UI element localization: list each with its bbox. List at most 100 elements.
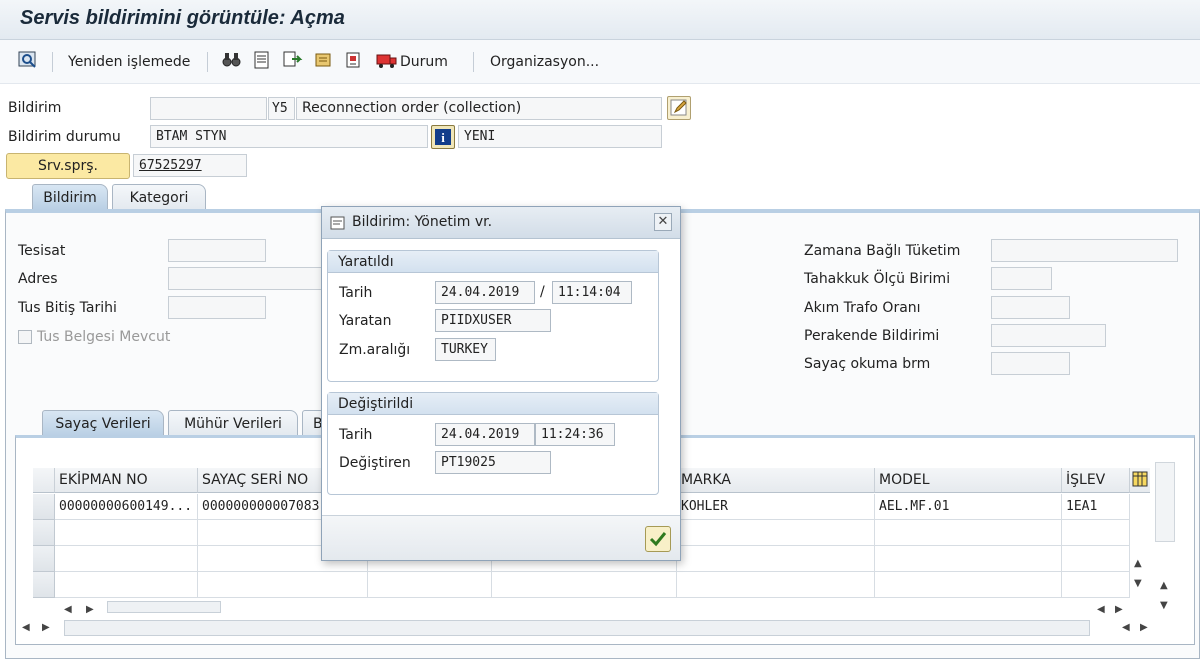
svg-text:i: i <box>441 130 445 145</box>
grid-select-all[interactable] <box>33 468 55 493</box>
changed-time-field: 11:24:36 <box>535 423 615 446</box>
row-selector[interactable] <box>33 546 55 572</box>
cell-brand[interactable]: KOHLER <box>677 494 875 520</box>
table-cell[interactable] <box>55 572 198 598</box>
dialog-title-bar[interactable]: Bildirim: Yönetim vr. ✕ <box>322 207 680 239</box>
notification-label: Bildirim <box>8 100 62 116</box>
col-header-brand[interactable]: MARKA <box>677 468 875 493</box>
table-cell[interactable] <box>677 520 875 546</box>
panel-horizontal-scrollbar[interactable] <box>64 620 1090 636</box>
time-dependent-field[interactable] <box>991 239 1178 262</box>
scroll-right-icon[interactable]: ▶ <box>42 622 50 633</box>
display-button[interactable] <box>343 50 365 74</box>
accrual-unit-field[interactable] <box>991 267 1052 290</box>
tab-bildirim[interactable]: Bildirim <box>32 184 108 210</box>
col-header-function[interactable]: İŞLEV <box>1062 468 1130 493</box>
status-info-button[interactable]: i <box>431 125 455 149</box>
truck-icon <box>376 50 400 74</box>
retail-notification-label: Perakende Bildirimi <box>804 328 940 344</box>
row-selector[interactable] <box>33 494 55 520</box>
grid-vertical-scrollbar[interactable] <box>1155 462 1175 542</box>
timezone-label: Zm.aralığı <box>339 342 411 358</box>
tab-kategori[interactable]: Kategori <box>112 184 206 210</box>
scroll-left-icon[interactable]: ◀ <box>1122 622 1130 633</box>
row-selector[interactable] <box>33 520 55 546</box>
cell-equipment[interactable]: 00000000600149... <box>55 494 198 520</box>
address-field[interactable] <box>168 267 322 290</box>
scroll-right-icon[interactable]: ▶ <box>86 604 94 615</box>
cell-model[interactable]: AEL.MF.01 <box>875 494 1062 520</box>
status-button[interactable]: Durum <box>376 50 448 74</box>
table-cell[interactable] <box>1062 572 1130 598</box>
changed-date-label: Tarih <box>339 427 373 443</box>
changer-field: PT19025 <box>435 451 551 474</box>
find-button[interactable] <box>221 50 243 74</box>
service-order-field[interactable]: 67525297 <box>133 154 247 177</box>
table-cell[interactable] <box>875 520 1062 546</box>
accrual-unit-label: Tahakkuk Ölçü Birimi <box>804 271 951 287</box>
col-header-model[interactable]: MODEL <box>875 468 1062 493</box>
organization-label: Organizasyon... <box>490 54 600 70</box>
creator-label: Yaratan <box>339 313 392 329</box>
scroll-left-icon[interactable]: ◀ <box>1097 604 1105 615</box>
scroll-left-icon[interactable]: ◀ <box>22 622 30 633</box>
table-cell[interactable] <box>1062 520 1130 546</box>
zoom-icon <box>17 50 39 74</box>
scroll-icon <box>313 50 335 74</box>
table-cell[interactable] <box>875 572 1062 598</box>
row-selector[interactable] <box>33 572 55 598</box>
table-cell[interactable] <box>677 546 875 572</box>
status-user-field: YENI <box>458 125 662 148</box>
table-cell[interactable] <box>198 572 368 598</box>
scroll-button[interactable] <box>313 50 335 74</box>
document-button[interactable] <box>252 50 272 74</box>
ct-ratio-label: Akım Trafo Oranı <box>804 300 921 316</box>
table-cell[interactable] <box>1062 546 1130 572</box>
table-cell[interactable] <box>368 572 492 598</box>
zoom-button[interactable] <box>17 50 39 74</box>
facility-label: Tesisat <box>18 243 66 259</box>
facility-field[interactable] <box>168 239 266 262</box>
status-field-label: Bildirim durumu <box>8 129 121 145</box>
changer-label: Değiştiren <box>339 455 411 471</box>
tab-muhur-verileri[interactable]: Mühür Verileri <box>168 410 298 436</box>
scroll-right-icon[interactable]: ▶ <box>1140 622 1148 633</box>
reprocess-label: Yeniden işlemede <box>68 54 191 70</box>
status-label: Durum <box>400 54 448 70</box>
cell-function[interactable]: 1EA1 <box>1062 494 1130 520</box>
grid-horizontal-scrollbar[interactable] <box>107 601 221 613</box>
reprocess-button[interactable]: Yeniden işlemede <box>68 50 190 74</box>
notification-field[interactable] <box>150 97 267 120</box>
transfer-button[interactable] <box>282 50 304 74</box>
confirm-button[interactable] <box>645 526 671 552</box>
table-cell[interactable] <box>55 546 198 572</box>
scroll-up-icon[interactable]: ▲ <box>1134 558 1142 569</box>
management-data-dialog: Bildirim: Yönetim vr. ✕ Yaratıldı Tarih … <box>321 206 681 561</box>
tab-sayac-verileri[interactable]: Sayaç Verileri <box>42 410 164 436</box>
tus-doc-checkbox[interactable] <box>18 330 32 344</box>
created-date-label: Tarih <box>339 285 373 301</box>
application-toolbar: Yeniden işlemede Durum Organizasyon... <box>0 40 1200 84</box>
table-cell[interactable] <box>677 572 875 598</box>
retail-notification-field[interactable] <box>991 324 1106 347</box>
table-cell[interactable] <box>55 520 198 546</box>
notification-type-field: Y5 <box>268 97 295 120</box>
scroll-up-icon[interactable]: ▲ <box>1160 580 1168 591</box>
layout-button[interactable] <box>1130 468 1150 493</box>
created-date-field: 24.04.2019 <box>435 281 535 304</box>
tus-end-date-field[interactable] <box>168 296 266 319</box>
ct-ratio-field[interactable] <box>991 296 1070 319</box>
scroll-down-icon[interactable]: ▼ <box>1134 578 1142 589</box>
meter-reading-unit-field[interactable] <box>991 352 1070 375</box>
scroll-down-icon[interactable]: ▼ <box>1160 600 1168 611</box>
close-icon[interactable]: ✕ <box>654 213 672 231</box>
table-cell[interactable] <box>492 572 677 598</box>
table-cell[interactable] <box>875 546 1062 572</box>
organization-button[interactable]: Organizasyon... <box>490 50 599 74</box>
scroll-right-icon[interactable]: ▶ <box>1115 604 1123 615</box>
scroll-left-icon[interactable]: ◀ <box>64 604 72 615</box>
dialog-footer <box>322 515 680 560</box>
service-order-button[interactable]: Srv.sprş. <box>6 153 130 179</box>
col-header-equipment[interactable]: EKİPMAN NO <box>55 468 198 493</box>
edit-long-text-button[interactable] <box>667 96 691 120</box>
